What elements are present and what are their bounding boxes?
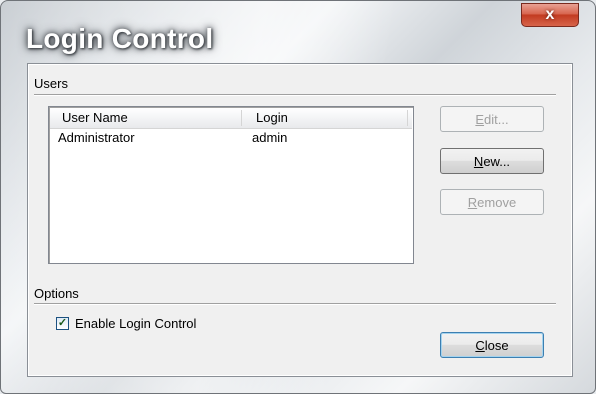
window-close-button[interactable]: x — [521, 3, 579, 27]
column-separator[interactable] — [407, 110, 408, 126]
column-separator[interactable] — [241, 110, 242, 126]
column-header-user-name[interactable]: User Name — [62, 108, 128, 128]
enable-login-control-checkbox[interactable]: ✓ — [56, 317, 69, 330]
new-label: ew... — [483, 153, 511, 169]
checkmark-icon: ✓ — [57, 317, 68, 329]
close-mnemonic: C — [475, 337, 485, 353]
close-button[interactable]: Close — [440, 332, 544, 358]
remove-button[interactable]: Remove — [440, 189, 544, 215]
dialog-client-area: Users User Name Login Administrator admi… — [27, 63, 573, 377]
login-control-dialog: Login Control x Users User Name Login Ad… — [0, 0, 596, 394]
users-group-divider — [34, 94, 556, 96]
enable-login-control-option[interactable]: ✓ Enable Login Control — [56, 316, 196, 331]
new-button[interactable]: New... — [440, 148, 544, 174]
remove-label: emove — [477, 194, 517, 210]
edit-label: dit... — [484, 111, 509, 127]
close-icon: x — [545, 6, 555, 23]
users-group-label: Users — [34, 76, 68, 91]
edit-button[interactable]: Edit... — [440, 106, 544, 132]
column-header-login[interactable]: Login — [256, 108, 288, 128]
new-mnemonic: N — [473, 153, 484, 169]
cell-user-name: Administrator — [58, 130, 135, 145]
edit-mnemonic: E — [475, 111, 485, 127]
options-group-divider — [34, 303, 556, 305]
cell-login: admin — [252, 130, 288, 145]
list-item[interactable]: Administrator admin — [50, 129, 412, 147]
users-list-header: User Name Login — [50, 108, 412, 129]
enable-login-control-label[interactable]: Enable Login Control — [75, 316, 196, 331]
options-group-label: Options — [34, 286, 79, 301]
remove-mnemonic: R — [467, 194, 478, 210]
users-list[interactable]: User Name Login Administrator admin — [48, 106, 414, 264]
dialog-title: Login Control — [26, 23, 214, 54]
close-label: lose — [484, 337, 509, 353]
